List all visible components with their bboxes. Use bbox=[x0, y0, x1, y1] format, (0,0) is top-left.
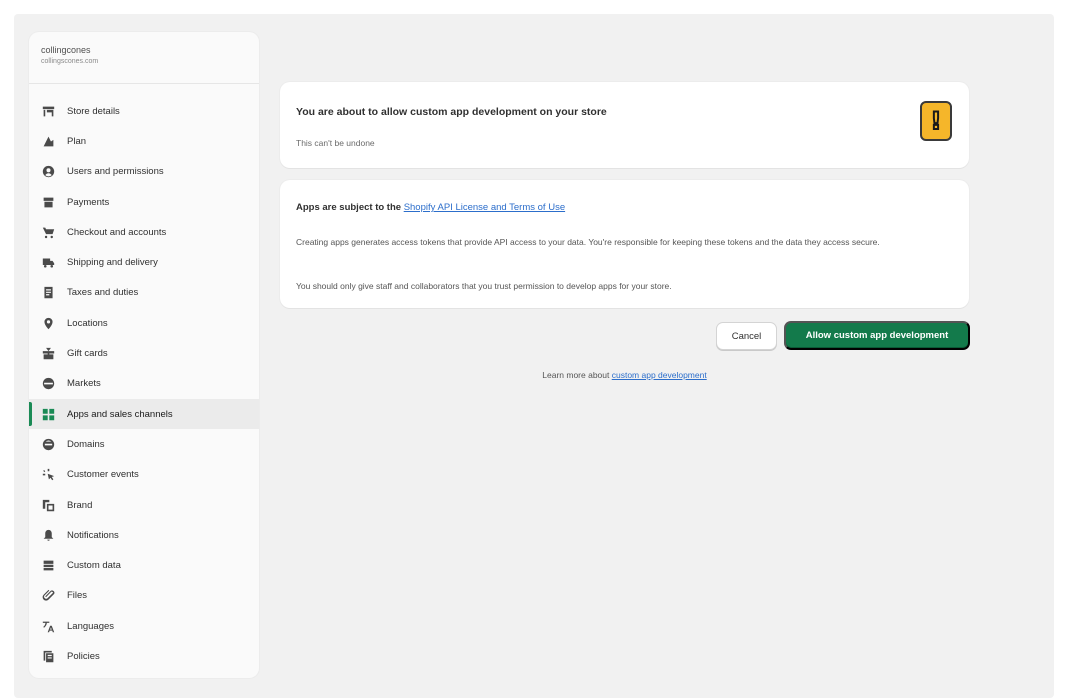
sidebar-item-locations[interactable]: Locations bbox=[29, 308, 259, 338]
sidebar-item-checkout[interactable]: Checkout and accounts bbox=[29, 217, 259, 247]
sidebar-item-label: Checkout and accounts bbox=[67, 226, 167, 238]
sidebar-item-label: Taxes and duties bbox=[67, 287, 139, 299]
terms-card: Apps are subject to the Shopify API Lice… bbox=[280, 180, 969, 308]
store-header[interactable]: collingcones collingscones.com bbox=[29, 32, 259, 84]
sidebar-item-label: Domains bbox=[67, 438, 105, 450]
settings-nav: Store details Plan Users and permissions… bbox=[29, 84, 259, 672]
allow-custom-app-development-button[interactable]: Allow custom app development bbox=[784, 321, 970, 350]
globe-icon bbox=[41, 377, 55, 391]
api-license-link[interactable]: Shopify API License and Terms of Use bbox=[404, 202, 565, 213]
sidebar-item-apps[interactable]: Apps and sales channels bbox=[29, 398, 259, 430]
terms-heading: Apps are subject to the Shopify API Lice… bbox=[296, 202, 565, 213]
sidebar-item-label: Apps and sales channels bbox=[67, 408, 173, 420]
payments-icon bbox=[41, 195, 55, 209]
sidebar-item-label: Gift cards bbox=[67, 348, 108, 360]
bell-icon bbox=[41, 528, 55, 542]
sidebar-item-taxes[interactable]: Taxes and duties bbox=[29, 278, 259, 308]
cancel-button[interactable]: Cancel bbox=[716, 322, 777, 350]
plan-icon bbox=[41, 134, 55, 148]
location-icon bbox=[41, 316, 55, 330]
learn-more: Learn more about custom app development bbox=[280, 370, 969, 380]
warning-subtitle: This can't be undone bbox=[296, 138, 375, 148]
cart-icon bbox=[41, 225, 55, 239]
policies-icon bbox=[41, 649, 55, 663]
sidebar-item-payments[interactable]: Payments bbox=[29, 187, 259, 217]
sidebar-item-files[interactable]: Files bbox=[29, 581, 259, 611]
learn-more-text: Learn more about bbox=[542, 370, 612, 380]
sidebar-item-label: Shipping and delivery bbox=[67, 257, 158, 269]
paperclip-icon bbox=[41, 589, 55, 603]
terms-heading-text: Apps are subject to the bbox=[296, 202, 404, 213]
sidebar-item-notifications[interactable]: Notifications bbox=[29, 520, 259, 550]
tax-icon bbox=[41, 286, 55, 300]
sidebar-item-label: Users and permissions bbox=[67, 166, 164, 178]
sidebar-item-gift-cards[interactable]: Gift cards bbox=[29, 338, 259, 368]
user-icon bbox=[41, 165, 55, 179]
sidebar-item-label: Markets bbox=[67, 378, 101, 390]
sidebar-item-shipping[interactable]: Shipping and delivery bbox=[29, 247, 259, 277]
sidebar-item-label: Custom data bbox=[67, 560, 121, 572]
events-icon bbox=[41, 468, 55, 482]
settings-page: collingcones collingscones.com Store det… bbox=[14, 14, 1054, 698]
sidebar-item-label: Payments bbox=[67, 196, 110, 208]
domains-icon bbox=[41, 437, 55, 451]
tokens-paragraph: Creating apps generates access tokens th… bbox=[296, 237, 880, 247]
sidebar-item-customer-events[interactable]: Customer events bbox=[29, 460, 259, 490]
warning-icon: ! bbox=[920, 101, 952, 141]
sidebar-item-domains[interactable]: Domains bbox=[29, 429, 259, 459]
sidebar-item-custom-data[interactable]: Custom data bbox=[29, 550, 259, 580]
settings-sidebar: collingcones collingscones.com Store det… bbox=[29, 32, 259, 678]
warning-card: You are about to allow custom app develo… bbox=[280, 82, 969, 168]
sidebar-item-languages[interactable]: Languages bbox=[29, 611, 259, 641]
custom-app-development-link[interactable]: custom app development bbox=[612, 370, 707, 380]
sidebar-item-store-details[interactable]: Store details bbox=[29, 96, 259, 126]
sidebar-item-users[interactable]: Users and permissions bbox=[29, 157, 259, 187]
permission-paragraph: You should only give staff and collabora… bbox=[296, 281, 672, 291]
sidebar-item-label: Customer events bbox=[67, 469, 139, 481]
gift-icon bbox=[41, 347, 55, 361]
sidebar-item-markets[interactable]: Markets bbox=[29, 369, 259, 399]
sidebar-item-label: Locations bbox=[67, 317, 108, 329]
sidebar-item-label: Policies bbox=[67, 650, 100, 662]
sidebar-item-label: Files bbox=[67, 590, 88, 602]
sidebar-item-plan[interactable]: Plan bbox=[29, 126, 259, 156]
sidebar-item-label: Store details bbox=[67, 105, 120, 117]
database-icon bbox=[41, 559, 55, 573]
sidebar-item-policies[interactable]: Policies bbox=[29, 641, 259, 671]
truck-icon bbox=[41, 256, 55, 270]
store-domain: collingscones.com bbox=[41, 58, 99, 65]
sidebar-item-label: Brand bbox=[67, 499, 93, 511]
language-icon bbox=[41, 619, 55, 633]
sidebar-item-label: Languages bbox=[67, 620, 115, 632]
brand-icon bbox=[41, 498, 55, 512]
store-icon bbox=[41, 104, 55, 118]
sidebar-item-label: Notifications bbox=[67, 529, 119, 541]
sidebar-item-brand[interactable]: Brand bbox=[29, 490, 259, 520]
warning-title: You are about to allow custom app develo… bbox=[296, 106, 607, 118]
apps-icon bbox=[41, 407, 55, 421]
sidebar-item-label: Plan bbox=[67, 135, 87, 147]
store-name: collingcones bbox=[41, 45, 91, 55]
